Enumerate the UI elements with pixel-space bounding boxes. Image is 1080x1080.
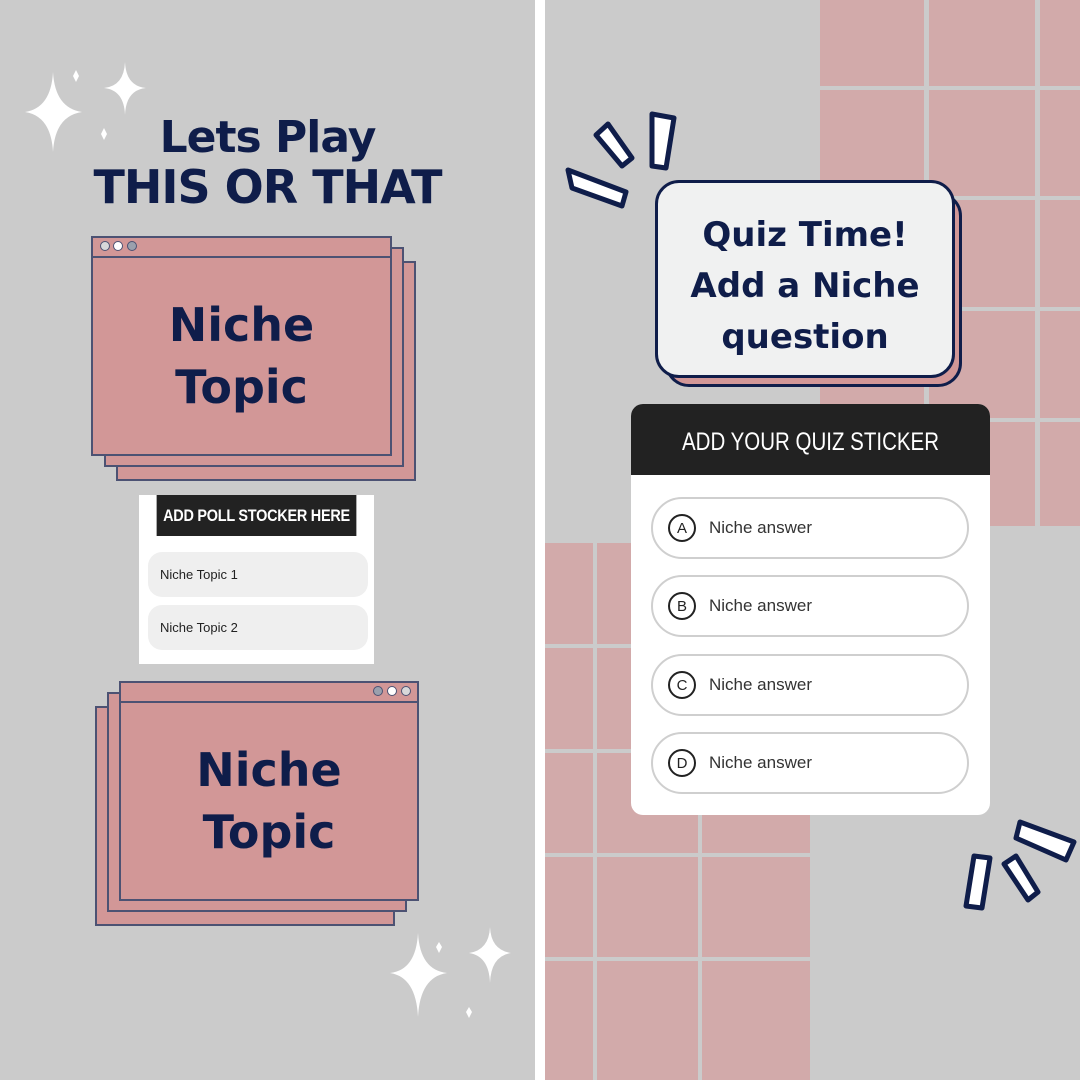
window-dot-icon [373, 686, 383, 696]
poll-option[interactable]: Niche Topic 2 [148, 605, 368, 650]
quiz-answer-option[interactable]: A Niche answer [651, 497, 969, 559]
window-text-line2: Topic [202, 805, 336, 859]
answer-letter-icon: B [668, 592, 696, 620]
answer-letter-icon: D [668, 749, 696, 777]
window-title-bar [93, 238, 390, 258]
window-front: Niche Topic [91, 236, 392, 456]
panel-divider [535, 0, 545, 1080]
answer-letter-icon: C [668, 671, 696, 699]
window-text-line1: Niche [168, 298, 315, 352]
left-panel: Lets Play THIS OR THAT Niche Topic ADD P… [0, 0, 535, 1080]
answer-text: Niche answer [709, 753, 812, 772]
title-line-2: THIS OR THAT [93, 160, 443, 214]
window-text-line2: Topic [175, 360, 308, 414]
poll-option[interactable]: Niche Topic 1 [148, 552, 368, 597]
quiz-answer-option[interactable]: B Niche answer [651, 575, 969, 637]
quiz-sticker[interactable]: ADD YOUR QUIZ STICKER HERE A Niche answe… [631, 404, 990, 815]
quiz-card-line3: question [721, 317, 889, 357]
window-dot-icon [113, 241, 123, 251]
sparkle-icon [390, 927, 511, 1018]
answer-text: Niche answer [709, 596, 812, 615]
quiz-card-line1: Quiz Time! [702, 215, 908, 255]
poll-sticker[interactable]: ADD POLL STOCKER HERE Niche Topic 1 Nich… [139, 495, 374, 664]
window-text-line1: Niche [196, 743, 342, 797]
window-dot-icon [387, 686, 397, 696]
emphasis-lines-icon [963, 819, 1077, 911]
answer-text: Niche answer [709, 518, 812, 537]
window-dot-icon [100, 241, 110, 251]
window-title-bar [121, 683, 417, 703]
poll-sticker-header: ADD POLL STOCKER HERE [156, 495, 357, 536]
window-dot-icon [127, 241, 137, 251]
quiz-sticker-header: ADD YOUR QUIZ STICKER HERE [631, 404, 990, 532]
answer-text: Niche answer [709, 675, 812, 694]
window-front: Niche Topic [119, 681, 419, 901]
quiz-answer-option[interactable]: C Niche answer [651, 654, 969, 716]
answer-letter-icon: A [668, 514, 696, 542]
quiz-card: Quiz Time! Add a Niche question [655, 180, 955, 378]
quiz-answer-option[interactable]: D Niche answer [651, 732, 969, 794]
title-line-1: Lets Play [159, 112, 377, 163]
quiz-card-line2: Add a Niche [690, 266, 920, 306]
window-dot-icon [401, 686, 411, 696]
